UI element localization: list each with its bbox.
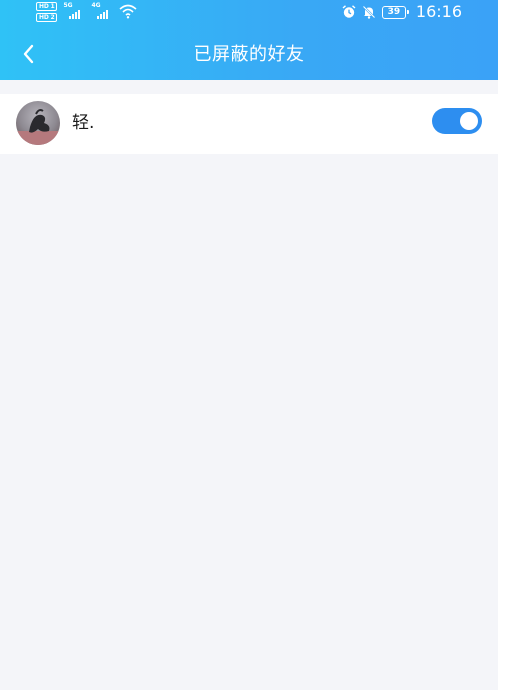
unblock-toggle[interactable] [432,108,482,134]
avatar-image [16,101,60,145]
hd-badges: HD 1 HD 2 [36,2,58,22]
toggle-knob [460,112,478,130]
header: HD 1 HD 2 5G 4G 39 16:16 已屏蔽的好友 [0,0,498,80]
sim1-signal-icon: 5G [63,2,85,20]
wifi-icon [119,4,137,19]
battery-indicator: 39 [381,5,409,19]
sim2-signal-icon: 4G [91,2,113,20]
status-left: HD 1 HD 2 5G 4G [36,2,137,22]
sim1-network-type: 5G [63,2,73,9]
bell-muted-icon [362,5,376,19]
page-title: 已屏蔽的好友 [193,44,305,65]
blocked-friends-list: 轻. [0,94,498,154]
status-bar: HD 1 HD 2 5G 4G 39 16:16 [0,0,498,26]
friend-row[interactable]: 轻. [0,94,498,154]
avatar[interactable] [16,101,60,145]
alarm-icon [342,5,356,18]
sim1-hd-badge: HD 1 [36,2,58,11]
blocked-friends-screen: HD 1 HD 2 5G 4G 39 16:16 已屏蔽的好友 轻. [0,0,498,690]
sim2-hd-badge: HD 2 [36,13,58,22]
sim2-network-type: 4G [91,2,101,9]
status-time: 16:16 [415,2,462,21]
friend-name: 轻. [72,113,95,133]
status-right: 39 16:16 [342,4,462,20]
